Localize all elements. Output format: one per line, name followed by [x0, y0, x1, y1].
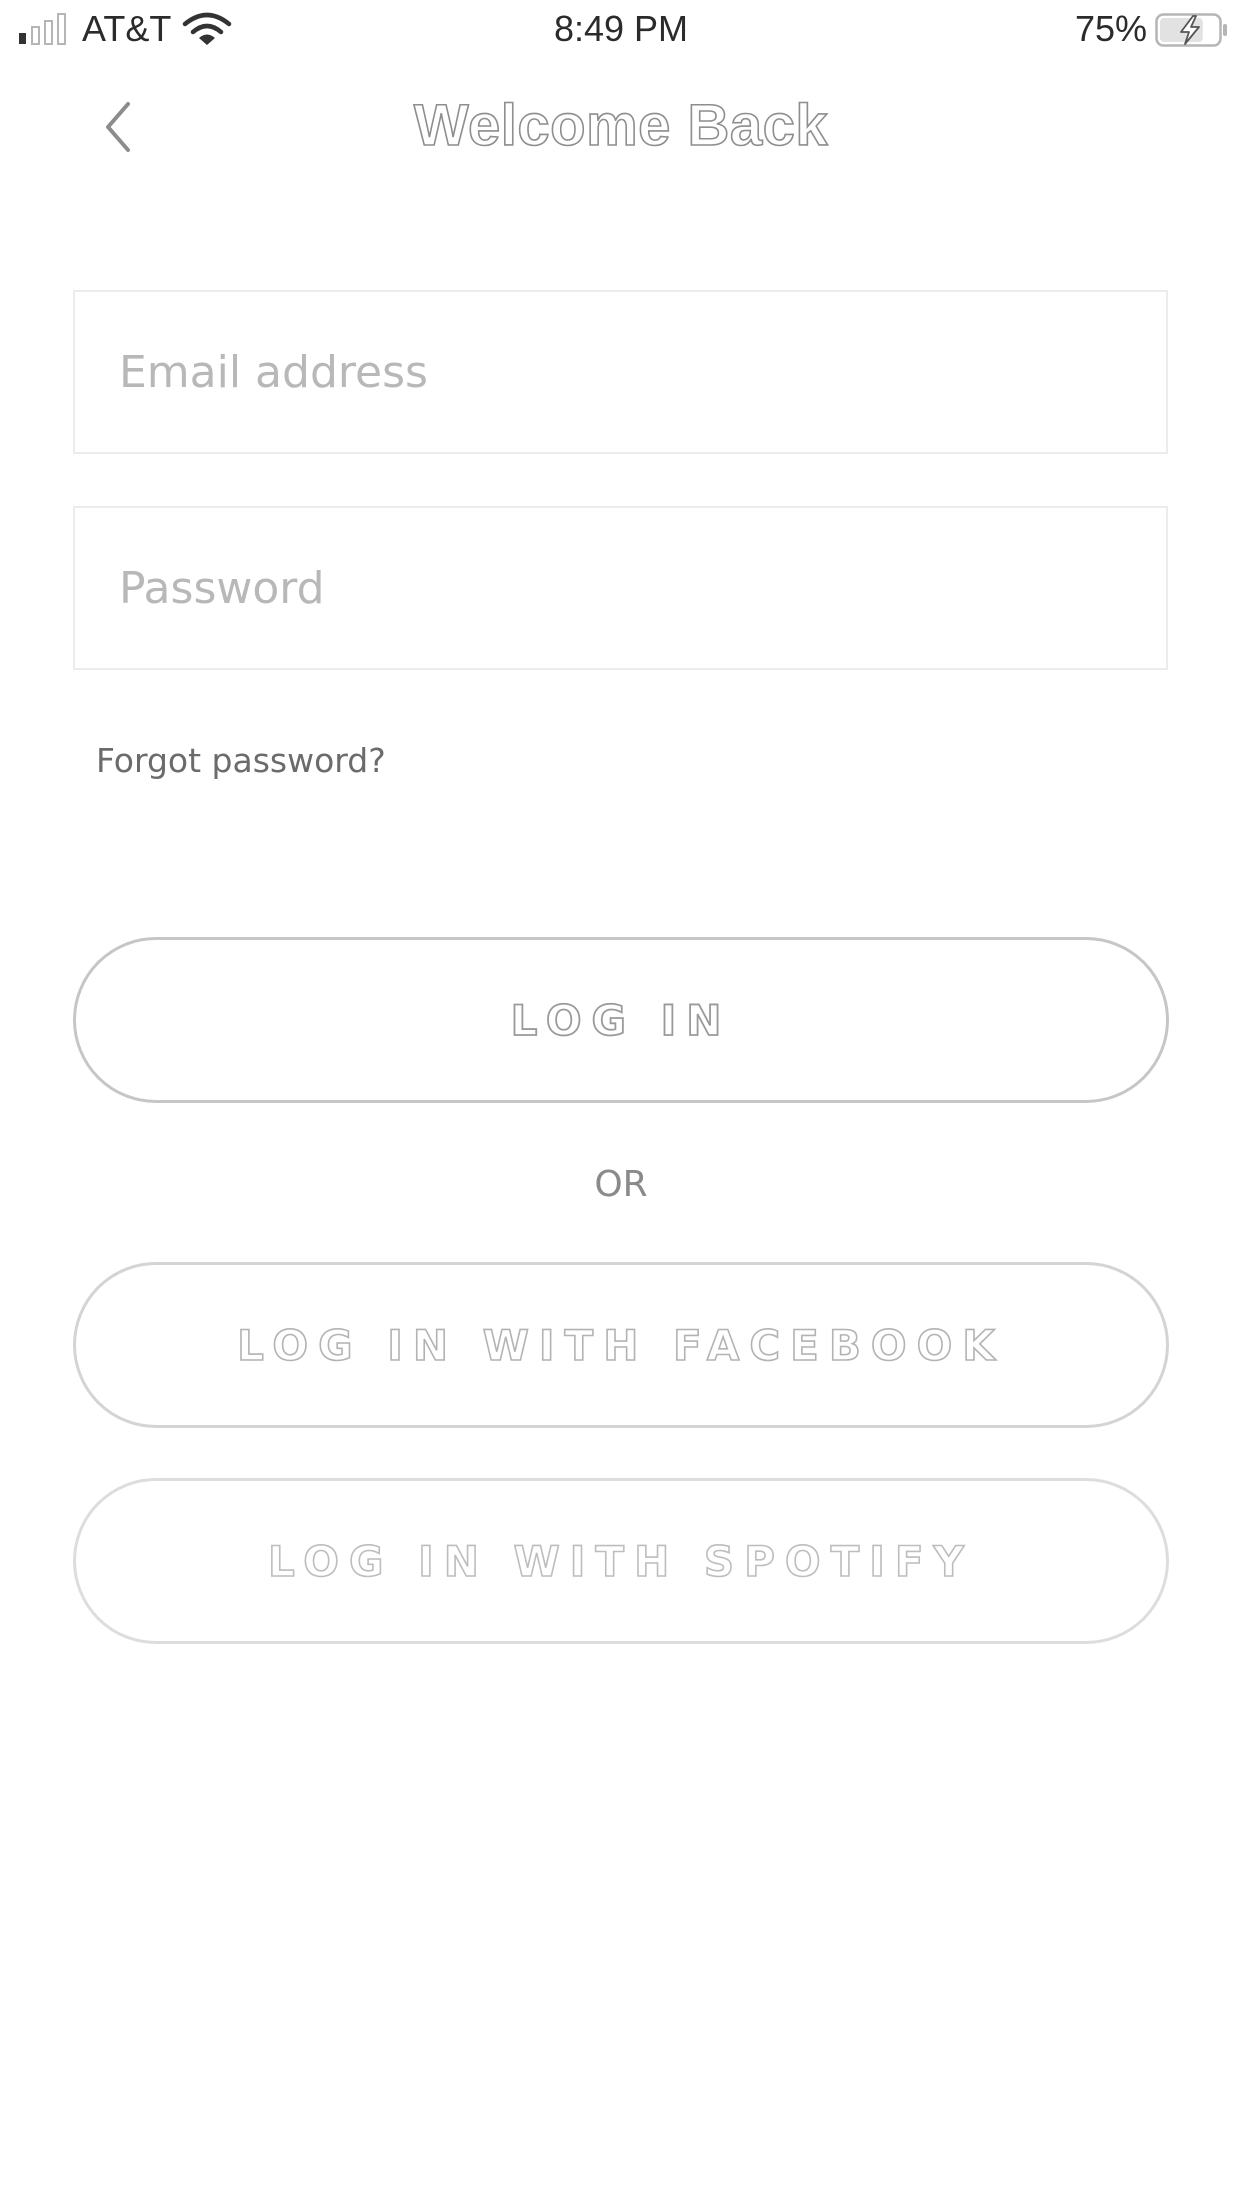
status-time: 8:49 PM — [553, 8, 689, 49]
forgot-password-link[interactable]: Forgot password? — [96, 738, 386, 784]
password-input[interactable] — [75, 508, 1166, 668]
email-input[interactable] — [75, 292, 1166, 452]
login-button-label: LOG IN — [510, 995, 732, 1046]
status-bar: AT&T 8:49 PM 75% — [0, 0, 1242, 58]
facebook-login-button-label: LOG IN WITH FACEBOOK — [236, 1320, 1005, 1371]
page-title: Welcome Back — [413, 92, 829, 159]
facebook-login-button[interactable]: LOG IN WITH FACEBOOK — [73, 1262, 1169, 1428]
or-divider: OR — [594, 1164, 648, 1205]
password-field[interactable] — [73, 506, 1168, 670]
spotify-login-button-label: LOG IN WITH SPOTIFY — [267, 1536, 974, 1587]
spotify-login-button[interactable]: LOG IN WITH SPOTIFY — [73, 1478, 1169, 1644]
email-field[interactable] — [73, 290, 1168, 454]
battery-percentage: 75% — [1075, 8, 1148, 49]
battery-charging-icon — [1155, 13, 1227, 47]
login-button[interactable]: LOG IN — [73, 937, 1169, 1103]
